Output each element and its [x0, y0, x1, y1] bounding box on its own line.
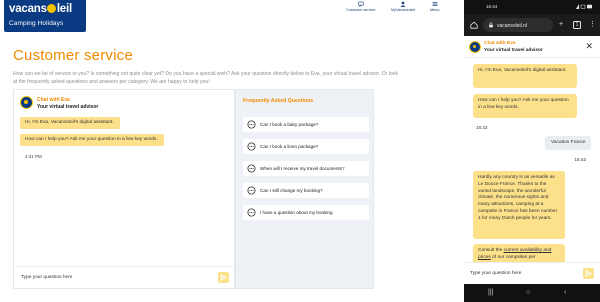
bot-message: Hi, I'm Eva, Vacansoleil's digital assis… — [20, 117, 120, 129]
bot-message: How can I help you? Ask me your question… — [20, 134, 164, 146]
eva-avatar — [469, 41, 481, 53]
faq-item[interactable]: Can I book a linen package? — [243, 139, 369, 154]
question-bubble-icon — [247, 186, 256, 195]
logo-wordmark: vacans leil — [9, 3, 72, 15]
faq-item[interactable]: I have a question about my booking — [243, 205, 369, 220]
nav-my-vacansoleil-label: MyVacansoleil — [391, 8, 416, 12]
send-button[interactable] — [218, 272, 229, 283]
nav-customer-service[interactable]: Customer service — [346, 1, 376, 12]
back-icon[interactable]: ‹ — [564, 289, 566, 297]
android-nav-bar: ||| ○ ‹ — [464, 284, 600, 302]
intro-text: How can we be of service to you? Is some… — [13, 71, 399, 85]
message-timestamp: 4:31 PM — [25, 154, 42, 159]
question-bubble-icon — [247, 142, 256, 151]
new-tab-button[interactable]: + — [559, 20, 563, 30]
question-bubble-icon — [247, 164, 256, 173]
faq-item[interactable]: Can I still change my booking? — [243, 183, 369, 198]
bot-message: Hardly any country is as versatile as Le… — [473, 171, 565, 239]
chat-subtitle: Your virtual travel advisor — [37, 103, 99, 110]
vacansoleil-logo[interactable]: vacans leil Camping Holidays — [4, 0, 86, 32]
signal-battery-icon — [576, 4, 592, 9]
home-icon[interactable] — [470, 21, 478, 29]
bot-message: Hi, I'm Eva, Vacansoleil's digital assis… — [473, 64, 577, 88]
message-timestamp: 16:43 — [574, 157, 587, 162]
address-bar[interactable]: vacansoleil.nl — [483, 18, 553, 32]
faq-panel: Frequently Asked Questions Can I book a … — [235, 89, 374, 289]
faq-item-label: Can I book a linen package? — [260, 144, 319, 149]
bot-message: How can I help you? Ask me your question… — [473, 94, 577, 118]
tabs-count-button[interactable]: 1 — [573, 21, 581, 29]
chat-header: Chat with Eva Your virtual travel adviso… — [464, 36, 600, 58]
sun-icon — [47, 4, 57, 13]
user-icon — [400, 1, 406, 7]
send-button[interactable] — [583, 268, 594, 279]
mobile-screen: 16:44 vacansoleil.nl + 1 ⋮ Chat with Eva… — [464, 0, 600, 302]
logo-subtitle: Camping Holidays — [9, 20, 64, 27]
user-message: Vacation France — [545, 136, 591, 150]
chat-title: Chat with Eva — [37, 97, 70, 103]
lock-icon — [489, 22, 493, 28]
more-menu-button[interactable]: ⋮ — [589, 20, 596, 30]
nav-menu[interactable]: Menu — [430, 1, 440, 12]
faq-item[interactable]: When will I receive my travel documents? — [243, 161, 369, 176]
status-time: 16:44 — [486, 4, 498, 9]
chat-subtitle: Your virtual travel advisor — [484, 47, 543, 53]
chat-widget: Chat with Eva Your virtual travel adviso… — [13, 89, 235, 289]
top-navigation: vacans leil Camping Holidays Customer ser… — [0, 0, 454, 32]
status-bar: 16:44 — [464, 0, 600, 14]
nav-customer-service-label: Customer service — [346, 8, 376, 12]
browser-toolbar: vacansoleil.nl + 1 ⋮ — [464, 14, 600, 36]
browser-tools: + 1 ⋮ — [557, 20, 599, 30]
faq-title: Frequently Asked Questions — [243, 98, 314, 104]
page-title: Customer service — [13, 47, 133, 64]
eva-avatar — [20, 96, 33, 109]
close-icon[interactable]: ✕ — [585, 42, 593, 51]
hamburger-icon — [432, 2, 438, 6]
chat-input-bar: Type your question here — [14, 266, 234, 288]
chat-input[interactable]: Type your question here — [21, 275, 72, 280]
mobile-chat-widget: Chat with Eva Your virtual travel adviso… — [464, 36, 600, 284]
question-bubble-icon — [247, 208, 256, 217]
chat-input[interactable]: Type your question here — [470, 271, 521, 276]
faq-item-label: Can I book a baby package? — [260, 122, 319, 127]
chat-icon — [358, 1, 364, 7]
nav-my-vacansoleil[interactable]: MyVacansoleil — [391, 1, 415, 12]
recent-apps-icon[interactable]: ||| — [488, 289, 493, 297]
faq-item-label: When will I receive my travel documents? — [260, 166, 345, 171]
url-text: vacansoleil.nl — [497, 22, 528, 29]
question-bubble-icon — [247, 120, 256, 129]
home-button-icon[interactable]: ○ — [526, 289, 530, 297]
faq-item-label: I have a question about my booking — [260, 210, 333, 215]
send-icon — [220, 274, 227, 281]
desktop-page: vacans leil Camping Holidays Customer ser… — [0, 0, 454, 302]
faq-item[interactable]: Can I book a baby package? — [243, 117, 369, 132]
send-icon — [585, 270, 592, 277]
message-timestamp: 16:42 — [476, 125, 488, 130]
nav-menu-label: Menu — [430, 8, 440, 12]
chat-title: Chat with Eva — [484, 41, 516, 46]
faq-item-label: Can I still change my booking? — [260, 188, 323, 193]
chat-input-bar: Type your question here — [464, 262, 600, 284]
